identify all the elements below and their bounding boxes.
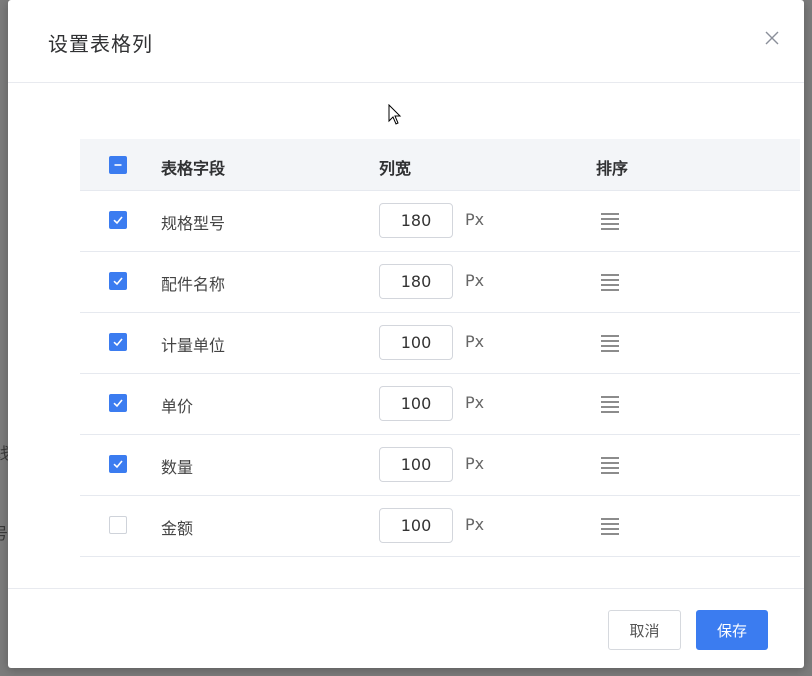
dialog-footer: 取消 保存 bbox=[8, 588, 804, 669]
column-width-input[interactable] bbox=[379, 508, 453, 543]
table-row: 规格型号 Px bbox=[80, 191, 800, 252]
unit-label: Px bbox=[465, 210, 485, 229]
row-checkbox[interactable] bbox=[109, 211, 127, 229]
row-checkbox[interactable] bbox=[109, 333, 127, 351]
header-sort: 排序 bbox=[596, 159, 629, 178]
row-check-cell bbox=[109, 211, 127, 229]
column-width-input[interactable] bbox=[379, 447, 453, 482]
unit-label: Px bbox=[465, 393, 485, 412]
row-checkbox[interactable] bbox=[109, 455, 127, 473]
check-icon bbox=[113, 277, 123, 286]
field-label: 计量单位 bbox=[161, 336, 226, 355]
row-check-cell bbox=[109, 394, 127, 412]
cancel-button[interactable]: 取消 bbox=[608, 610, 681, 650]
column-width-input[interactable] bbox=[379, 325, 453, 360]
row-checkbox[interactable] bbox=[109, 394, 127, 412]
header-field: 表格字段 bbox=[161, 159, 226, 178]
sort-drag-handle[interactable] bbox=[600, 455, 620, 475]
unit-label: Px bbox=[465, 332, 485, 351]
dialog-header: 设置表格列 bbox=[8, 0, 804, 83]
unit-label: Px bbox=[465, 271, 485, 290]
table-row: 金额 Px bbox=[80, 496, 800, 557]
select-all-checkbox[interactable] bbox=[109, 156, 127, 174]
drag-handle-icon bbox=[601, 518, 619, 535]
field-label: 配件名称 bbox=[161, 275, 226, 294]
drag-handle-icon bbox=[601, 213, 619, 230]
set-table-columns-dialog: 设置表格列 表格字段 列宽 排序 规格型号 180 Px 配件名称 180 Px… bbox=[8, 0, 804, 668]
check-icon bbox=[113, 460, 123, 469]
close-icon bbox=[765, 31, 779, 45]
field-label: 金额 bbox=[161, 519, 194, 538]
sort-drag-handle[interactable] bbox=[600, 394, 620, 414]
column-settings-table: 表格字段 列宽 排序 规格型号 Px bbox=[80, 139, 800, 557]
column-width-input[interactable] bbox=[379, 386, 453, 421]
table-row: 计量单位 Px bbox=[80, 313, 800, 374]
row-check-cell bbox=[109, 333, 127, 351]
row-checkbox[interactable] bbox=[109, 516, 127, 534]
table-row: 数量 Px bbox=[80, 435, 800, 496]
field-label: 数量 bbox=[161, 458, 194, 477]
row-check-cell bbox=[109, 455, 127, 473]
check-icon bbox=[113, 399, 123, 408]
drag-handle-icon bbox=[601, 457, 619, 474]
mouse-cursor-icon bbox=[388, 104, 402, 125]
drag-handle-icon bbox=[601, 396, 619, 413]
field-label: 规格型号 bbox=[161, 214, 226, 233]
close-button[interactable] bbox=[762, 28, 782, 48]
select-all-cell bbox=[109, 156, 127, 174]
row-checkbox[interactable] bbox=[109, 272, 127, 290]
check-icon bbox=[113, 338, 123, 347]
sort-drag-handle[interactable] bbox=[600, 516, 620, 536]
sort-drag-handle[interactable] bbox=[600, 333, 620, 353]
row-check-cell bbox=[109, 272, 127, 290]
row-check-cell bbox=[109, 516, 127, 534]
table-row: 单价 Px bbox=[80, 374, 800, 435]
header-width: 列宽 bbox=[379, 159, 412, 178]
column-width-input[interactable] bbox=[379, 264, 453, 299]
field-label: 单价 bbox=[161, 397, 194, 416]
drag-handle-icon bbox=[601, 274, 619, 291]
dialog-title: 设置表格列 bbox=[48, 32, 153, 56]
sort-drag-handle[interactable] bbox=[600, 272, 620, 292]
unit-label: Px bbox=[465, 454, 485, 473]
table-header-row: 表格字段 列宽 排序 bbox=[80, 139, 800, 191]
drag-handle-icon bbox=[601, 335, 619, 352]
unit-label: Px bbox=[465, 515, 485, 534]
save-button[interactable]: 保存 bbox=[696, 610, 768, 650]
minus-icon bbox=[114, 164, 122, 166]
check-icon bbox=[113, 216, 123, 225]
backdrop-text-fragment: 号 bbox=[0, 524, 9, 543]
table-row: 配件名称 Px bbox=[80, 252, 800, 313]
column-width-input[interactable] bbox=[379, 203, 453, 238]
sort-drag-handle[interactable] bbox=[600, 211, 620, 231]
